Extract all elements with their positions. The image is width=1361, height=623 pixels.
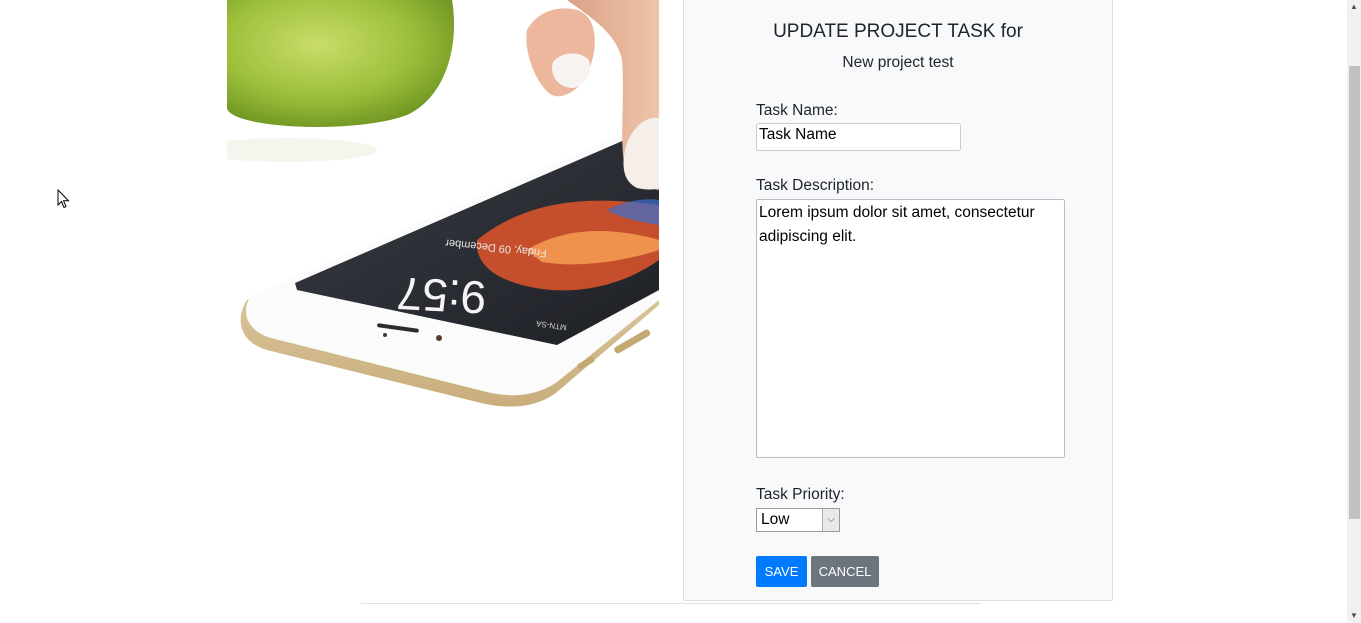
hero-image: 9:57 Friday, 09 December MTN-SA — [227, 0, 659, 470]
project-name: New project test — [842, 54, 954, 71]
task-name-label: Task Name: — [756, 102, 838, 119]
mouse-cursor-icon — [57, 188, 70, 214]
cancel-button[interactable]: CANCEL — [811, 556, 879, 587]
save-button[interactable]: SAVE — [756, 556, 807, 587]
task-name-input[interactable]: Task Name — [756, 123, 961, 151]
phone-time-text: 9:57 — [395, 267, 487, 324]
task-priority-select[interactable]: Low ⌵ — [756, 508, 840, 532]
chevron-down-icon[interactable]: ⌵ — [822, 509, 839, 531]
page-scrollbar[interactable]: ▲ ▼ — [1347, 0, 1361, 623]
scroll-up-arrow-icon[interactable]: ▲ — [1347, 0, 1361, 14]
scroll-down-arrow-icon[interactable]: ▼ — [1347, 609, 1361, 623]
scrollbar-thumb[interactable] — [1349, 66, 1360, 519]
task-priority-value: Low — [761, 511, 790, 528]
task-priority-label: Task Priority: — [756, 486, 845, 503]
form-title: UPDATE PROJECT TASK for — [773, 21, 1023, 42]
task-description-label: Task Description: — [756, 177, 875, 194]
update-task-card: UPDATE PROJECT TASK for New project test… — [683, 0, 1113, 601]
footer-divider — [361, 603, 981, 604]
task-description-textarea[interactable]: Lorem ipsum dolor sit amet, consectetur … — [756, 199, 1065, 458]
